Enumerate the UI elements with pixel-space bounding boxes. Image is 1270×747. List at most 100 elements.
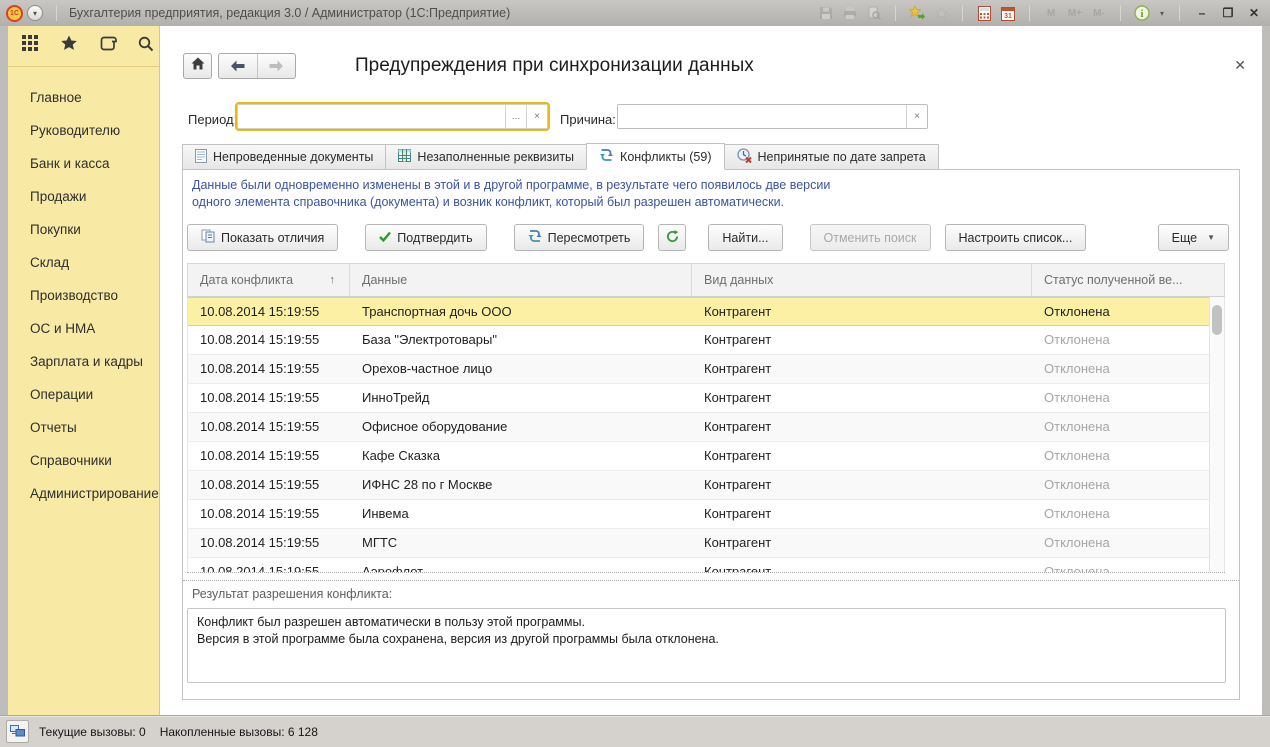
sidebar-item-4[interactable]: Покупки — [8, 213, 159, 246]
cell-data: Кафе Сказка — [350, 442, 692, 470]
sidebar-item-5[interactable]: Склад — [8, 246, 159, 279]
find-button[interactable]: Найти... — [708, 224, 782, 251]
sidebar-item-9[interactable]: Операции — [8, 378, 159, 411]
check-icon — [379, 231, 391, 245]
sidebar-item-8[interactable]: Зарплата и кадры — [8, 345, 159, 378]
sidebar-item-7[interactable]: ОС и НМА — [8, 312, 159, 345]
cell-data: Транспортная дочь ООО — [350, 298, 692, 325]
column-header-2[interactable]: Вид данных — [692, 264, 1032, 296]
sidebar-item-1[interactable]: Руководителю — [8, 114, 159, 147]
column-header-0[interactable]: Дата конфликта↑ — [188, 264, 350, 296]
history-nav-group — [218, 53, 296, 79]
table-row[interactable]: 10.08.2014 15:19:55ИнноТрейдКонтрагентОт… — [188, 384, 1224, 413]
configure-list-button[interactable]: Настроить список... — [945, 224, 1087, 251]
cell-status: Отклонена — [1032, 298, 1224, 325]
splitter[interactable] — [183, 580, 1239, 581]
column-header-1[interactable]: Данные — [350, 264, 692, 296]
tab-3[interactable]: Непринятые по дате запрета — [725, 144, 939, 170]
document-icon — [195, 149, 207, 166]
period-input[interactable] — [238, 105, 505, 128]
sidebar-item-11[interactable]: Справочники — [8, 444, 159, 477]
refresh-button[interactable] — [658, 224, 686, 251]
result-label: Результат разрешения конфликта: — [192, 587, 392, 601]
sidebar-item-2[interactable]: Банк и касса — [8, 147, 159, 180]
form-close-icon[interactable]: ✕ — [1234, 57, 1246, 74]
search-icon[interactable] — [138, 36, 154, 57]
reason-clear-button[interactable]: × — [906, 105, 927, 128]
cell-data: Орехов-частное лицо — [350, 355, 692, 383]
maximize-button[interactable]: ❐ — [1218, 6, 1238, 20]
cell-status: Отклонена — [1032, 413, 1224, 441]
sidebar-item-3[interactable]: Продажи — [8, 180, 159, 213]
table-row[interactable]: 10.08.2014 15:19:55ИнвемаКонтрагентОткло… — [188, 500, 1224, 529]
period-clear-button[interactable]: × — [526, 105, 547, 128]
period-label: Период: — [188, 108, 237, 132]
forward-button[interactable] — [257, 54, 296, 78]
cell-date: 10.08.2014 15:19:55 — [188, 413, 350, 441]
refresh-icon — [666, 230, 679, 246]
info-chevron-icon[interactable]: ▾ — [1157, 4, 1167, 22]
tab-0[interactable]: Непроведенные документы — [182, 144, 385, 170]
memory-m-icon: M — [1042, 4, 1060, 22]
table-row[interactable]: 10.08.2014 15:19:55Транспортная дочь ООО… — [188, 297, 1224, 326]
tab-1[interactable]: Незаполненные реквизиты — [385, 144, 586, 170]
home-button[interactable] — [183, 53, 212, 79]
more-button[interactable]: Еще▼ — [1158, 224, 1229, 251]
favorites-star-icon[interactable] — [60, 35, 78, 57]
reason-field-group: × — [617, 104, 928, 129]
table-row[interactable]: 10.08.2014 15:19:55ИФНС 28 по г МосквеКо… — [188, 471, 1224, 500]
cell-date: 10.08.2014 15:19:55 — [188, 529, 350, 557]
sidebar-item-0[interactable]: Главное — [8, 81, 159, 114]
scrollbar-thumb[interactable] — [1212, 305, 1222, 335]
table-row[interactable]: 10.08.2014 15:19:55Кафе СказкаКонтрагент… — [188, 442, 1224, 471]
reason-input[interactable] — [618, 105, 906, 128]
cell-kind: Контрагент — [692, 326, 1032, 354]
period-picker-button[interactable]: ... — [505, 105, 526, 128]
divider — [1179, 5, 1180, 21]
cell-status: Отклонена — [1032, 326, 1224, 354]
table-row[interactable]: 10.08.2014 15:19:55База "Электротовары"К… — [188, 326, 1224, 355]
minimize-button[interactable]: – — [1192, 6, 1212, 20]
table-row[interactable]: 10.08.2014 15:19:55АэрофлотКонтрагентОтк… — [188, 558, 1224, 572]
table-row[interactable]: 10.08.2014 15:19:55Орехов-частное лицоКо… — [188, 355, 1224, 384]
table-scrollbar[interactable] — [1209, 297, 1224, 572]
save-icon — [817, 4, 835, 22]
cell-data: Аэрофлот — [350, 558, 692, 572]
preview-icon — [865, 4, 883, 22]
review-button[interactable]: Пересмотреть — [514, 224, 645, 251]
menu-grid-icon[interactable] — [22, 35, 39, 57]
back-button[interactable] — [219, 54, 257, 78]
show-diff-button[interactable]: Показать отличия — [187, 224, 338, 251]
cell-kind: Контрагент — [692, 384, 1032, 412]
reason-label: Причина: — [560, 108, 616, 132]
sidebar-item-6[interactable]: Производство — [8, 279, 159, 312]
tab-2[interactable]: Конфликты (59) — [586, 143, 724, 170]
application-window: 1С ▾ Бухгалтерия предприятия, редакция 3… — [0, 0, 1270, 747]
calculator-icon[interactable] — [975, 4, 993, 22]
sidebar-item-12[interactable]: Администрирование — [8, 477, 159, 510]
home-icon — [191, 57, 205, 75]
add-favorite-icon[interactable] — [908, 4, 926, 22]
table-body: 10.08.2014 15:19:55Транспортная дочь ООО… — [187, 297, 1225, 572]
cell-status: Отклонена — [1032, 471, 1224, 499]
info-icon[interactable]: i — [1133, 4, 1151, 22]
clock-denied-icon — [737, 148, 752, 166]
close-button[interactable]: ✕ — [1244, 6, 1264, 20]
main-menu-chevron-icon[interactable]: ▾ — [27, 5, 43, 21]
history-icon[interactable] — [99, 36, 117, 56]
chevron-down-icon: ▼ — [1207, 233, 1215, 242]
cell-kind: Контрагент — [692, 500, 1032, 528]
table-row[interactable]: 10.08.2014 15:19:55Офисное оборудованиеК… — [188, 413, 1224, 442]
status-bar: Текущие вызовы: 0 Накопленные вызовы: 6 … — [0, 715, 1270, 747]
confirm-button[interactable]: Подтвердить — [365, 224, 486, 251]
calendar-icon[interactable]: 31 — [999, 4, 1017, 22]
server-calls-icon[interactable] — [6, 720, 29, 743]
cell-date: 10.08.2014 15:19:55 — [188, 326, 350, 354]
column-header-3[interactable]: Статус полученной ве... — [1032, 264, 1224, 296]
page-title: Предупреждения при синхронизации данных — [355, 55, 754, 77]
table-row[interactable]: 10.08.2014 15:19:55МГТСКонтрагентОтклоне… — [188, 529, 1224, 558]
current-calls: Текущие вызовы: 0 — [39, 725, 146, 739]
result-text-box: Конфликт был разрешен автоматически в по… — [187, 608, 1226, 683]
sidebar-item-10[interactable]: Отчеты — [8, 411, 159, 444]
cell-kind: Контрагент — [692, 558, 1032, 572]
